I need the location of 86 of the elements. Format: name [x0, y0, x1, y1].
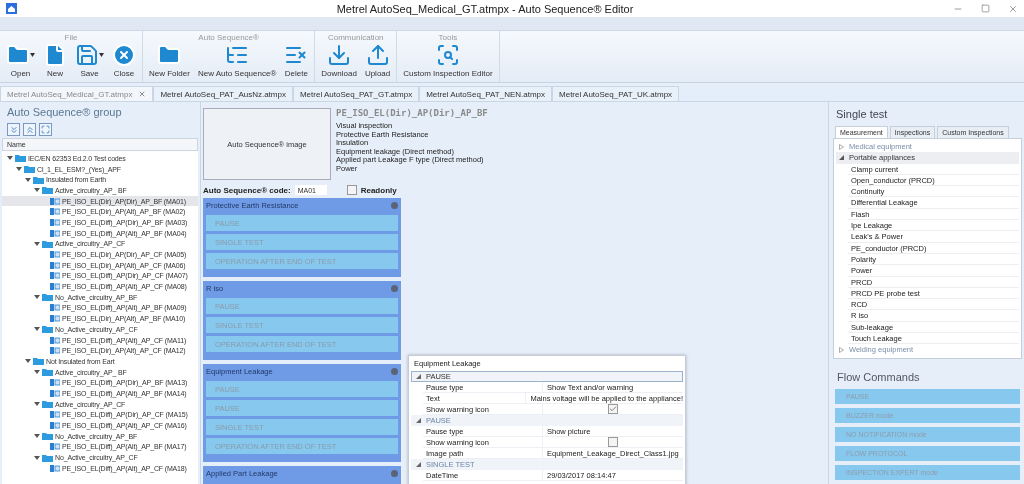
folder-icon: [157, 43, 182, 67]
expander-icon[interactable]: [34, 401, 40, 408]
folder-icon: [33, 357, 44, 366]
folder-icon: [42, 368, 53, 377]
property-checkbox[interactable]: [608, 437, 618, 447]
expander-icon[interactable]: [416, 462, 421, 467]
sequence-icon: [50, 336, 60, 344]
code-label: Auto Sequence® code:: [203, 185, 291, 195]
save-icon: [75, 43, 99, 67]
ribbon-group-label: File: [63, 32, 79, 44]
ribbon-button[interactable]: Download: [317, 44, 361, 78]
sequence-icon: [50, 315, 60, 323]
folder-icon: [42, 239, 53, 248]
expand-all-button[interactable]: [7, 123, 20, 136]
folder-icon: [42, 432, 53, 441]
sequence-icon: [50, 261, 60, 269]
app-icon: [6, 3, 17, 14]
folder-icon: [42, 453, 53, 462]
window-title: Metrel AutoSeq_Medical_GT.atmpx - Auto Sequence® Editor: [335, 2, 635, 15]
expander-icon[interactable]: [34, 433, 40, 440]
folder-icon: [33, 175, 44, 184]
panel-title: Flow Commands: [836, 369, 921, 385]
ribbon-button[interactable]: Save: [71, 44, 108, 78]
expander-icon[interactable]: [416, 374, 421, 379]
file-icon: [43, 43, 67, 67]
frame-icon: [41, 125, 50, 134]
download-icon: [327, 43, 352, 67]
ribbon-group-label: Auto Sequence®: [197, 32, 260, 44]
ribbon-button[interactable]: Upload: [360, 44, 395, 78]
ribbon-button[interactable]: New Folder: [145, 44, 194, 78]
folder-icon: [42, 325, 53, 334]
expander-icon[interactable]: [34, 240, 40, 247]
folder-icon: [42, 400, 53, 409]
panel-title: Auto Sequence® group: [6, 105, 123, 120]
collapse-all-button[interactable]: [23, 123, 36, 136]
sequence-icon: [50, 411, 60, 419]
sequence-icon: [50, 197, 60, 205]
document-tab[interactable]: Metrel AutoSeq_Medical_GT.atmpx: [0, 86, 154, 101]
expander-icon[interactable]: [34, 294, 40, 301]
sequence-icon: [50, 304, 60, 312]
close-icon[interactable]: [1008, 3, 1018, 14]
readonly-checkbox[interactable]: [346, 185, 357, 195]
ribbon-button[interactable]: Close: [108, 44, 140, 78]
document-tab[interactable]: Metrel AutoSeq_PAT_GT.atmpx: [292, 86, 420, 101]
expander-icon[interactable]: [416, 418, 421, 423]
ribbon-button[interactable]: Custom Inspection Editor: [399, 44, 497, 78]
upload-icon: [365, 43, 390, 67]
caret-icon: [99, 53, 104, 57]
caret-icon: [30, 53, 35, 57]
folder-icon: [15, 154, 26, 163]
ribbon-group-label: Tools: [437, 32, 459, 44]
panel-title: Single test: [835, 107, 889, 122]
ribbon-button[interactable]: Open: [2, 44, 39, 78]
sequence-name: PE_ISO_EL(Dir)_AP(Dir)_AP_BF: [336, 108, 488, 118]
document-tab[interactable]: Metrel AutoSeq_PAT_AusNz.atmpx: [153, 86, 293, 101]
property-checkbox[interactable]: [608, 404, 618, 414]
search-icon: [435, 43, 460, 67]
sequence-icon: [50, 347, 60, 355]
sequence-icon: [50, 208, 60, 216]
sequence-icon: [50, 251, 60, 259]
sequence-icon: [50, 379, 60, 387]
sequence-icon: [50, 283, 60, 291]
chevrons-down-icon: [8, 124, 19, 135]
sequence-icon: [50, 464, 60, 472]
ribbon-button[interactable]: New Auto Sequence®: [193, 44, 281, 78]
fit-button[interactable]: [39, 123, 52, 136]
sequence-icon: [50, 443, 60, 451]
sequence-icon: [50, 422, 60, 430]
sequence-icon: [50, 272, 60, 280]
ribbon-button[interactable]: Delete: [280, 44, 313, 78]
folder-icon: [42, 293, 53, 302]
sequence-icon: [50, 389, 60, 397]
folder-icon: [6, 43, 30, 67]
close-icon: [112, 43, 136, 67]
document-tab[interactable]: Metrel AutoSeq_PAT_NEN.atmpx: [419, 86, 553, 101]
sequence-icon: [50, 229, 60, 237]
folder-icon: [24, 165, 35, 174]
chevrons-up-icon: [24, 124, 35, 135]
ribbon-button[interactable]: New: [39, 44, 71, 78]
close-icon[interactable]: [138, 90, 147, 98]
document-tab[interactable]: Metrel AutoSeq_PAT_UK.atmpx: [552, 86, 680, 101]
expander-icon[interactable]: [34, 454, 40, 461]
checkbox-label: Readonly: [360, 185, 397, 195]
expander-icon[interactable]: [34, 326, 40, 333]
sequence-icon: [50, 218, 60, 226]
ribbon-group-label: Communication: [326, 32, 385, 44]
